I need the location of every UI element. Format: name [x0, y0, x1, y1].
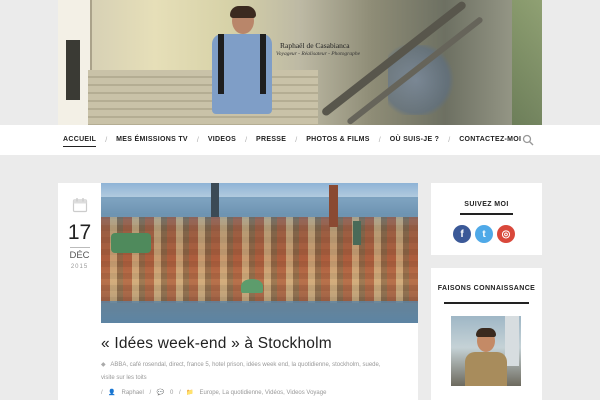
nav-item-emissions-tv[interactable]: Mes émissions TV — [111, 125, 193, 155]
header-door — [66, 40, 80, 100]
avatar-background-building — [505, 316, 519, 366]
twitter-icon[interactable]: t — [475, 225, 493, 243]
meta-separator: / — [149, 390, 152, 396]
image-green-dome — [241, 279, 263, 293]
site-name[interactable]: Raphaël de Casabianca — [280, 41, 350, 50]
post-comments-count[interactable]: 0 — [170, 390, 173, 396]
post-date-day: 17 — [67, 221, 92, 244]
nav-separator: / — [196, 136, 199, 144]
post-date-year: 2015 — [70, 264, 89, 270]
person-strap-left — [218, 34, 224, 94]
header-stairs — [88, 70, 318, 125]
header-photo: Raphaël de Casabianca Voyageur - Réalisa… — [58, 0, 542, 125]
nav-separator: / — [105, 136, 108, 144]
folder-icon: 📁 — [186, 390, 194, 396]
nav-item-ou-suis-je[interactable]: Où suis-je ? — [385, 125, 445, 155]
avatar-body — [465, 352, 507, 386]
image-church-tower — [329, 185, 338, 227]
nav-separator: / — [378, 136, 381, 144]
header-wall — [58, 0, 92, 125]
instagram-icon[interactable]: ◎ — [497, 225, 515, 243]
person-hair — [230, 6, 256, 18]
comment-icon: 💬 — [156, 390, 165, 396]
header-plant — [512, 0, 542, 125]
nav-item-accueil[interactable]: Accueil — [58, 125, 101, 155]
tag-icon: ◆ — [101, 362, 106, 368]
social-links: f t ◎ — [453, 225, 515, 243]
search-icon[interactable] — [522, 134, 534, 146]
nav-separator: / — [448, 136, 451, 144]
site-tagline: Voyageur - Réalisateur - Photographe — [276, 51, 361, 57]
image-water-top — [101, 197, 418, 219]
image-spire — [211, 183, 219, 217]
site-title[interactable]: Raphaël de Casabianca Voyageur - Réalisa… — [276, 41, 360, 57]
post-tags: ◆ ABBA, café rosendal, direct, france 5,… — [101, 359, 391, 385]
calendar-icon — [72, 198, 88, 213]
user-icon: 👤 — [108, 390, 116, 396]
widget-title-about: Faisons connaissance — [437, 285, 536, 292]
facebook-icon[interactable]: f — [453, 225, 471, 243]
image-tower — [353, 221, 361, 245]
post-date-month: déc — [69, 250, 90, 261]
image-green-roof — [111, 233, 151, 253]
post-title[interactable]: « Idées week-end » à Stockholm — [101, 335, 418, 353]
image-water-bottom — [101, 301, 418, 323]
widget-about: Faisons connaissance — [431, 268, 542, 400]
nav-item-presse[interactable]: Presse — [251, 125, 291, 155]
date-divider — [70, 247, 90, 248]
post-card: 17 déc 2015 « Idées week-end » à Stockho… — [58, 183, 418, 400]
post-tags-list[interactable]: ABBA, café rosendal, direct, france 5, h… — [101, 362, 381, 381]
avatar[interactable] — [451, 316, 521, 386]
nav-item-contact[interactable]: Contactez-moi — [454, 125, 526, 155]
widget-title-follow: Suivez moi — [464, 201, 509, 208]
post-categories[interactable]: Europe, La quotidienne, Vidéos, Videos V… — [200, 390, 327, 396]
avatar-hair — [476, 328, 496, 337]
meta-separator: / — [101, 390, 103, 396]
main-nav: Accueil / Mes émissions TV / Videos / Pr… — [58, 125, 542, 155]
widget-follow: Suivez moi f t ◎ — [431, 183, 542, 255]
nav-item-videos[interactable]: Videos — [203, 125, 241, 155]
nav-item-photos-films[interactable]: Photos & Films — [301, 125, 375, 155]
widget-title-underline — [444, 302, 529, 304]
person-strap-right — [260, 34, 266, 94]
header-person — [206, 6, 276, 125]
nav-separator: / — [245, 136, 248, 144]
post-author[interactable]: Raphael — [122, 390, 144, 396]
meta-separator: / — [179, 390, 181, 396]
post-featured-image[interactable] — [101, 183, 418, 323]
post-meta: / 👤 Raphael / 💬 0 / 📁 Europe, La quotidi… — [101, 389, 418, 396]
nav-separator: / — [295, 136, 298, 144]
widget-title-underline — [460, 213, 513, 215]
